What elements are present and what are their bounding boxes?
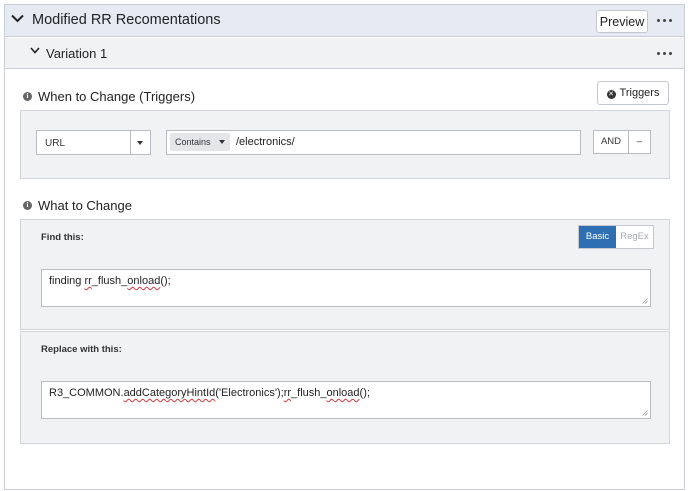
rule-header[interactable]: Modified RR Recomentations Preview [5,5,684,37]
rule-card: Modified RR Recomentations Preview Varia… [4,4,685,490]
trigger-value-input[interactable]: Contains /electronics/ [166,130,581,155]
trigger-type-select[interactable]: URL [36,130,151,155]
match-mode-toggle: Basic RegEx [578,225,654,249]
basic-mode-button[interactable]: Basic [579,226,616,248]
regex-mode-button[interactable]: RegEx [616,226,653,248]
operator-select[interactable]: Contains [170,133,230,151]
trigger-url-value[interactable]: /electronics/ [236,136,295,148]
find-label: Find this: [41,232,84,243]
close-circle-icon: ✕ [606,90,616,99]
more-options-icon[interactable] [657,19,672,22]
trigger-panel: URL Contains /electronics/ AND – [20,110,670,179]
dropdown-toggle[interactable] [130,131,150,154]
replace-text: R3_COMMON.addCategoryHintId('Electronics… [49,387,370,399]
replace-textarea[interactable]: R3_COMMON.addCategoryHintId('Electronics… [41,381,651,419]
info-icon: i [23,201,32,210]
chevron-down-icon[interactable] [30,47,40,54]
caret-down-icon [137,141,143,145]
and-button[interactable]: AND [594,131,629,153]
remove-trigger-button[interactable]: – [629,131,650,153]
info-icon: i [23,92,32,101]
triggers-button-label: Triggers [619,87,660,99]
chevron-down-icon[interactable] [11,14,24,23]
find-panel: Find this: Basic RegEx finding rr_flush_… [20,219,670,330]
operator-value: Contains [175,137,211,147]
triggers-button[interactable]: ✕ Triggers [597,81,669,105]
variation-more-options-icon[interactable] [657,52,672,55]
replace-panel: Replace with this: R3_COMMON.addCategory… [20,331,670,444]
find-textarea[interactable]: finding rr_flush_onload(); [41,269,651,307]
caret-down-icon [219,140,225,144]
preview-button[interactable]: Preview [596,10,648,33]
resize-grip-icon[interactable] [642,410,648,416]
variation-header[interactable]: Variation 1 [5,38,684,69]
triggers-section-title: When to Change (Triggers) [38,89,196,104]
trigger-type-value: URL [45,138,66,149]
resize-grip-icon[interactable] [642,298,648,304]
logic-button-group: AND – [593,130,651,154]
rule-title: Modified RR Recomentations [32,12,221,28]
replace-label: Replace with this: [41,344,122,355]
variation-title: Variation 1 [46,46,108,61]
find-text: finding rr_flush_onload(); [49,275,171,287]
changes-section-title: What to Change [38,198,132,213]
